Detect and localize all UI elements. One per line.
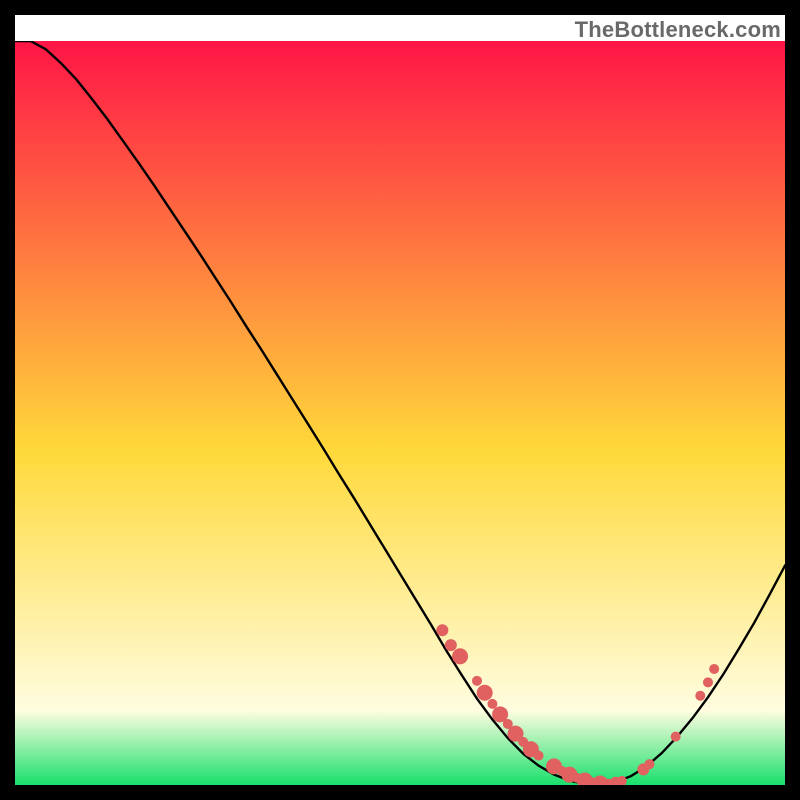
curve-marker [644, 759, 654, 769]
curve-marker [534, 751, 544, 761]
curve-marker [695, 691, 705, 701]
curve-marker [709, 664, 719, 674]
curve-marker [671, 732, 681, 742]
curve-marker [452, 648, 468, 664]
plot-area [15, 41, 785, 785]
curve-marker [445, 639, 457, 651]
curve-marker [472, 676, 482, 686]
chart-frame: TheBottleneck.com [15, 15, 785, 785]
curve-marker [703, 677, 713, 687]
chart-svg [15, 41, 785, 785]
attribution-label: TheBottleneck.com [575, 17, 781, 43]
curve-marker [477, 685, 493, 701]
curve-marker [436, 624, 448, 636]
curve-marker [487, 699, 497, 709]
